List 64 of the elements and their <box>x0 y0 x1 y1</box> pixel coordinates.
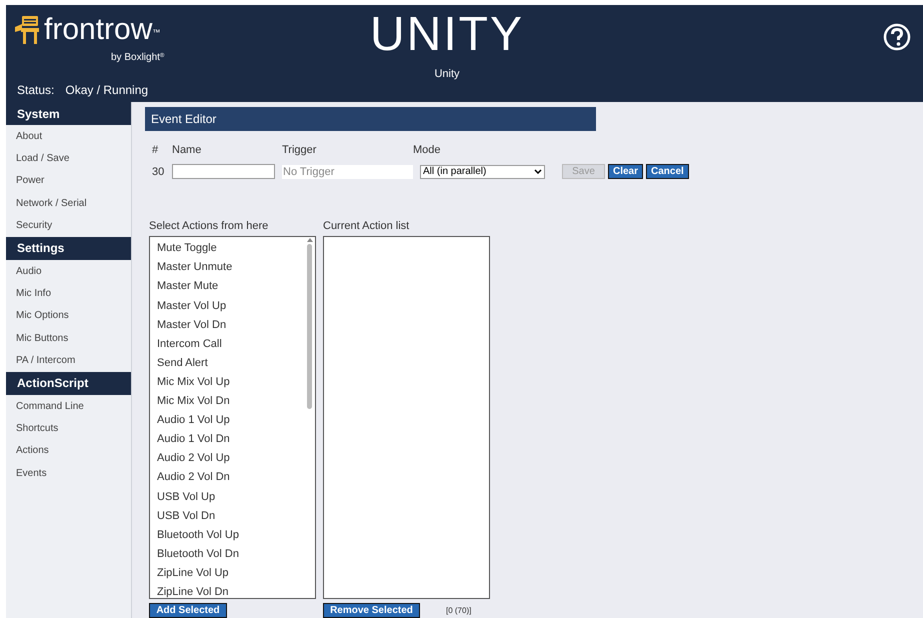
product-subtitle: Unity <box>434 67 460 82</box>
list-item[interactable]: ZipLine Vol Dn <box>150 582 315 598</box>
column-label: Name <box>172 143 202 158</box>
sidebar-section-title: System <box>6 102 131 125</box>
scrollbar-thumb[interactable] <box>307 244 312 409</box>
list-item[interactable]: Audio 1 Vol Dn <box>150 430 315 450</box>
column-label: Trigger <box>282 143 318 158</box>
brand-name: frontrow$^{™}$ <box>44 15 160 45</box>
chair-logo-icon <box>14 15 40 45</box>
sidebar-item[interactable]: Security <box>6 214 131 237</box>
list-item[interactable]: Audio 1 Vol Up <box>150 410 315 430</box>
panel-title-bar: Event Editor <box>145 107 596 131</box>
sidebar-item[interactable]: Mic Options <box>6 304 131 328</box>
list-item[interactable]: Master Mute <box>150 277 315 296</box>
column-label: Mode <box>413 143 442 158</box>
sidebar-item[interactable]: Power <box>6 170 131 192</box>
help-icon[interactable] <box>883 23 911 51</box>
list-item[interactable]: USB Vol Up <box>150 487 315 506</box>
column-label: # <box>152 143 160 158</box>
action-button[interactable]: Cancel <box>646 164 689 180</box>
list-label: Current Action list <box>323 219 410 234</box>
add-selected-button[interactable]: Add Selected <box>149 603 227 618</box>
list-item[interactable]: ZipLine Vol Up <box>150 564 315 583</box>
list-item[interactable]: Bluetooth Vol Dn <box>150 544 315 564</box>
scroll-up-icon[interactable] <box>306 238 312 242</box>
list-item[interactable]: Intercom Call <box>150 334 315 354</box>
sidebar-item[interactable]: Audio <box>6 260 131 282</box>
sidebar-item[interactable]: Load / Save <box>6 147 131 170</box>
product-title: UNITY <box>370 11 524 59</box>
list-item[interactable]: Master Vol Up <box>150 296 315 316</box>
list-item[interactable]: USB Vol Dn <box>150 506 315 526</box>
remove-selected-button[interactable]: Remove Selected <box>323 603 420 618</box>
sidebar-item[interactable]: Events <box>6 462 131 484</box>
sidebar-item[interactable]: Command Line <box>6 394 131 418</box>
list-item[interactable]: Mic Mix Vol Up <box>150 372 315 392</box>
list-item[interactable]: Master Vol Dn <box>150 315 315 334</box>
sidebar-section-title: ActionScript <box>6 372 131 395</box>
sidebar-item[interactable]: Network / Serial <box>6 192 131 215</box>
list-item[interactable]: Audio 2 Vol Dn <box>150 468 315 488</box>
sidebar-section-title: Settings <box>6 236 131 260</box>
sidebar-item[interactable]: Shortcuts <box>6 417 131 440</box>
actions-list[interactable] <box>149 236 316 599</box>
list-label: Select Actions from here <box>149 219 270 234</box>
list-item[interactable]: Audio 2 Vol Up <box>150 449 315 468</box>
mode-dropdown[interactable]: All (in parallel) <box>420 164 545 179</box>
list-item[interactable]: Send Alert <box>150 354 315 373</box>
list-item[interactable]: Mute Toggle <box>150 239 315 258</box>
name-field[interactable] <box>172 164 275 180</box>
status-label: Status: <box>17 82 54 99</box>
chevron-down-icon <box>534 169 542 174</box>
sidebar-item[interactable]: About <box>6 125 131 148</box>
sidebar-item[interactable]: Mic Info <box>6 282 131 305</box>
list-item[interactable]: Mic Mix Vol Dn <box>150 392 315 411</box>
action-button[interactable]: Clear <box>608 164 644 180</box>
event-number: 30 <box>152 164 166 180</box>
trigger-field[interactable]: No Trigger <box>282 164 413 179</box>
list-item[interactable]: Bluetooth Vol Up <box>150 525 315 544</box>
status-value: Okay / Running <box>65 82 148 99</box>
sidebar-item[interactable]: PA / Intercom <box>6 350 131 372</box>
action-count: [0 (70)] <box>446 604 472 616</box>
brand-byline: by Boxlight$^{®}$ <box>111 51 164 65</box>
list-item[interactable]: Master Unmute <box>150 258 315 278</box>
sidebar-item[interactable]: Actions <box>6 440 131 462</box>
sidebar-item[interactable]: Mic Buttons <box>6 327 131 350</box>
